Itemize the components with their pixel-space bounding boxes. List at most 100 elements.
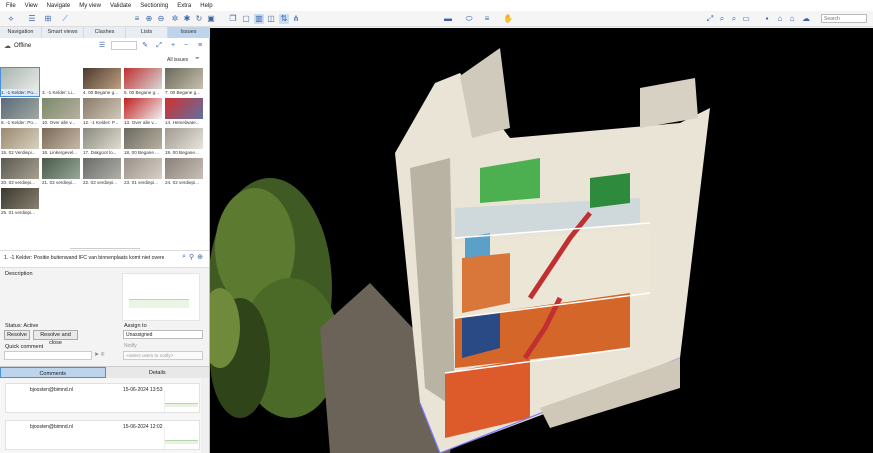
menu-help[interactable]: Help [200, 3, 212, 9]
3d-viewport[interactable] [210, 28, 873, 453]
tree-icon[interactable]: ⊞ [43, 14, 53, 24]
issue-image [124, 98, 162, 119]
gear-icon[interactable]: ✱ [182, 14, 192, 24]
window-icon[interactable]: ▢ [241, 14, 251, 24]
send-icon[interactable]: ➤ ⌾ [94, 351, 104, 359]
search-icon[interactable]: ⌕ [182, 253, 186, 261]
cube-icon[interactable]: ◫ [266, 14, 276, 24]
filter-icon[interactable]: ⏷ [195, 56, 200, 63]
frame-icon[interactable]: ▭ [741, 14, 751, 24]
comment-item[interactable]: bjoosten@bimnd.nl 15-06-2024 12:02 [5, 420, 200, 450]
zoom-area-icon[interactable]: ⌕ [729, 14, 739, 24]
menu-sectioning[interactable]: Sectioning [140, 3, 168, 9]
menu-view[interactable]: View [25, 3, 38, 9]
notify-select[interactable]: <select users to notify> [123, 351, 203, 360]
zoom-in-icon[interactable]: ⊕ [144, 14, 154, 24]
issue-thumb[interactable]: 20. 02 verdiepi... [1, 158, 39, 186]
issue-thumb[interactable]: 4. 00 Begane g... [83, 68, 121, 96]
issue-thumb[interactable]: 23. 01 verdiepi... [124, 158, 162, 186]
tag2-icon[interactable]: ⌂ [787, 14, 797, 24]
line-style-icon[interactable]: ▬ [443, 14, 453, 24]
person-icon[interactable]: ⚲ [189, 253, 194, 261]
menu-extra[interactable]: Extra [177, 3, 191, 9]
line-weight-icon[interactable]: ≡ [482, 14, 492, 24]
assign-select[interactable]: Unassigned [123, 330, 203, 339]
resolve-and-close-button[interactable]: Resolve and close [33, 330, 78, 346]
remove-icon[interactable]: − [182, 41, 190, 50]
issue-thumb[interactable]: 16. Linkergevel... [42, 128, 80, 156]
menu-icon[interactable]: ≡ [196, 41, 204, 50]
issue-thumb[interactable]: 12. -1 Kelder: P... [83, 98, 121, 126]
ellipse-icon[interactable]: ⬭ [464, 14, 474, 24]
tab-navigation[interactable]: Navigation [0, 27, 42, 38]
save-icon[interactable]: ▪ [762, 14, 772, 24]
comment-item[interactable]: bjoosten@bimnd.nl 15-06-2024 13:53 [5, 383, 200, 413]
edit-icon[interactable]: ✎ [141, 41, 149, 50]
issue-thumb[interactable]: 22. 02 verdiepi... [83, 158, 121, 186]
issue-image [42, 68, 80, 89]
split-view-icon[interactable]: ▥ [254, 14, 264, 24]
menu-file[interactable]: File [6, 3, 16, 9]
zoom-icon[interactable]: ⌕ [717, 14, 727, 24]
tab-smart-views[interactable]: Smart views [42, 27, 84, 38]
box-icon[interactable]: ▣ [206, 14, 216, 24]
comment-snapshot[interactable] [164, 390, 199, 412]
issue-thumb[interactable]: 21. 02 verdiepi... [42, 158, 80, 186]
cloud-icon[interactable]: ☁ [801, 14, 811, 24]
quick-comment-input[interactable] [4, 351, 92, 360]
network-icon[interactable]: ⋔ [291, 14, 301, 24]
menu-my-view[interactable]: My view [79, 3, 101, 9]
issue-thumb[interactable]: 17. Dakgoot lo... [83, 128, 121, 156]
issue-thumb[interactable]: 14. Hemelwate... [165, 98, 203, 126]
tab-clashes[interactable]: Clashes [84, 27, 126, 38]
issue-label: 24. 02 verdiepi... [165, 180, 199, 185]
link-icon[interactable]: ⤢ [155, 41, 163, 50]
tab-details[interactable]: Details [105, 367, 209, 378]
zoom-out-icon[interactable]: ⊖ [156, 14, 166, 24]
comments-scrollbar[interactable] [201, 378, 209, 453]
issue-thumb[interactable]: 13. Over alle v... [124, 98, 162, 126]
tab-lists[interactable]: Lists [126, 27, 168, 38]
layers-icon[interactable]: ☰ [27, 14, 37, 24]
list-icon[interactable]: ≡ [132, 14, 142, 24]
splitter[interactable] [70, 248, 140, 249]
issue-thumb[interactable]: 25. 01 verdiepi... [1, 188, 39, 216]
issue-thumb[interactable]: 8. -1 Kelder: Po... [1, 98, 39, 126]
search-input[interactable] [821, 14, 867, 23]
issue-number-input[interactable] [111, 41, 137, 50]
issue-image [165, 158, 203, 179]
issue-thumb[interactable]: 5. 00 Begane g... [124, 68, 162, 96]
issue-thumb[interactable]: 7. 00 Begane g... [165, 68, 203, 96]
issue-thumb[interactable]: 18. 00 Begane ... [124, 128, 162, 156]
add-icon[interactable]: + [169, 41, 177, 50]
issue-thumb[interactable]: 1. -1 Kelder: Po... [0, 67, 40, 97]
tab-issues[interactable]: Issues [168, 27, 210, 38]
list-view-icon[interactable]: ☰ [98, 41, 106, 50]
menu-validate[interactable]: Validate [110, 3, 131, 9]
menu-navigate[interactable]: Navigate [47, 3, 71, 9]
issue-image [42, 158, 80, 179]
copy-icon[interactable]: ❐ [228, 14, 238, 24]
fit-icon[interactable]: ⤢ [705, 14, 715, 24]
issue-thumb[interactable]: 15. 02 Verdiepi... [1, 128, 39, 156]
select-icon[interactable]: ⟡ [6, 14, 16, 24]
issue-thumb[interactable]: 19. 00 Begane... [165, 128, 203, 156]
comment-snapshot[interactable] [164, 427, 199, 449]
zoom-in-icon[interactable]: ⊕ [197, 253, 203, 261]
tag-icon[interactable]: ⌂ [775, 14, 785, 24]
tab-comments[interactable]: Comments [0, 367, 106, 378]
issue-thumb[interactable]: 3. -1 Kelder: Li... [42, 68, 80, 96]
issue-image [83, 68, 121, 89]
hand-icon[interactable]: ✋ [503, 14, 513, 24]
cloud-icon: ☁ [4, 42, 11, 50]
description-label: Description [5, 271, 33, 277]
sync-icon[interactable]: ⇅ [279, 14, 289, 24]
settings-icon[interactable]: ✲ [170, 14, 180, 24]
issue-snapshot[interactable] [122, 273, 200, 321]
measure-icon[interactable]: ⟋ [60, 14, 70, 24]
resolve-button[interactable]: Resolve [4, 330, 30, 340]
rotate-icon[interactable]: ↻ [194, 14, 204, 24]
trees [210, 178, 340, 418]
issue-thumb[interactable]: 24. 02 verdiepi... [165, 158, 203, 186]
issue-thumb[interactable]: 10. Over alle v... [42, 98, 80, 126]
